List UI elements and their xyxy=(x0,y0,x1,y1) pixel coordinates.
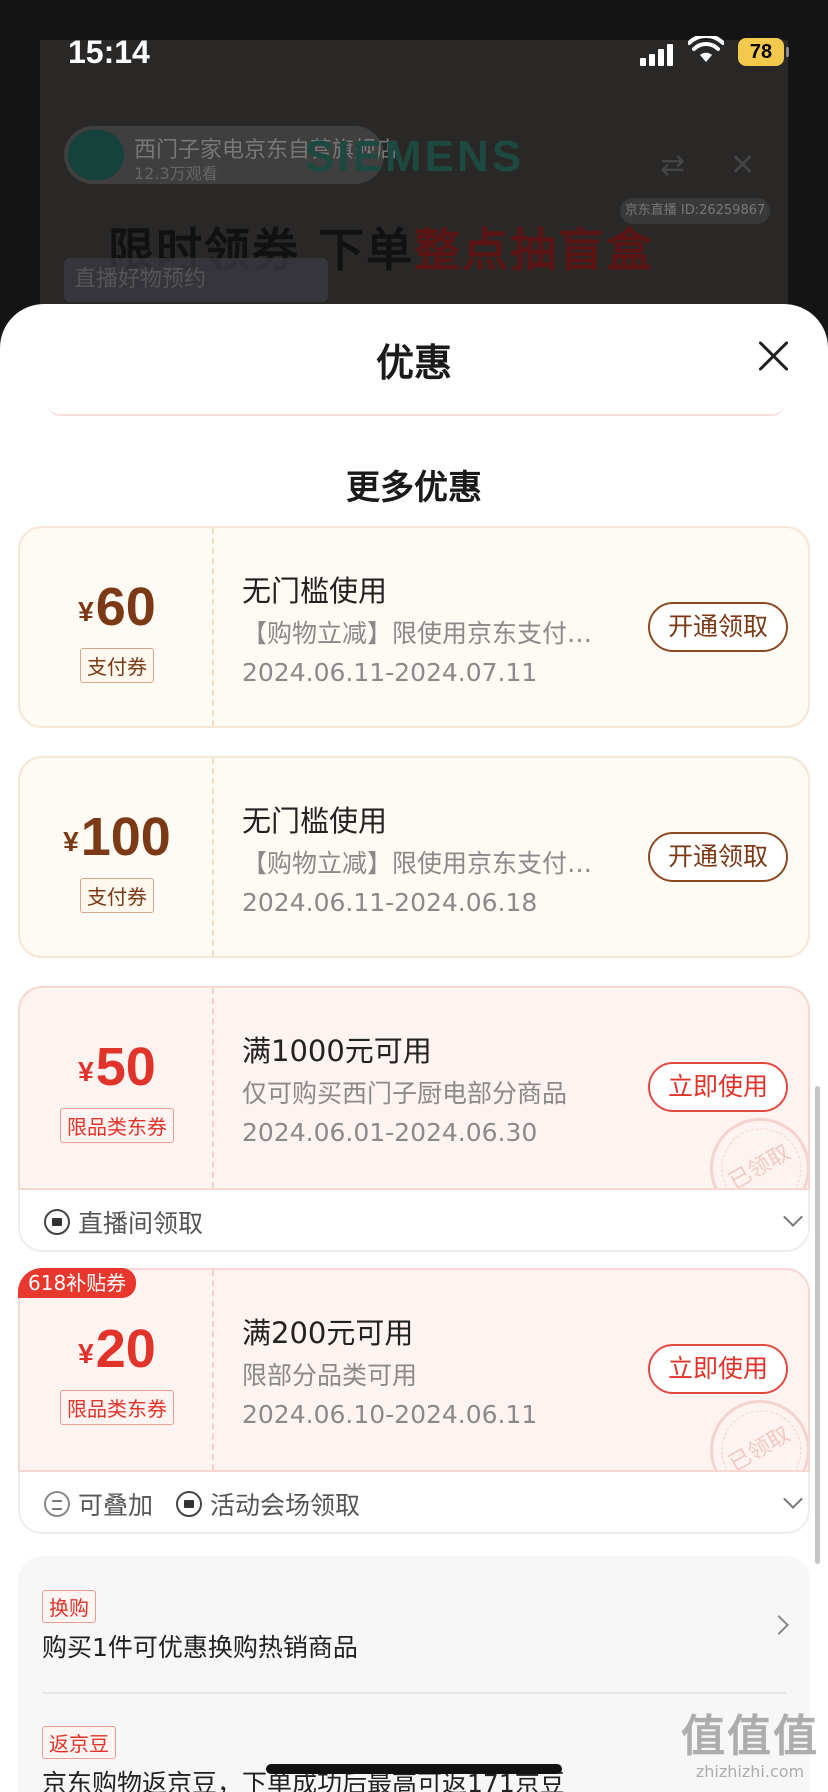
live-ticket-icon xyxy=(176,1491,202,1517)
coupon-card[interactable]: ¥50 限品类东券 满1000元可用 仅可购买西门子厨电部分商品 2024.06… xyxy=(18,986,810,1190)
stack-icon xyxy=(44,1491,70,1517)
footer-source-text: 直播间领取 xyxy=(78,1209,204,1238)
currency-symbol: ¥ xyxy=(78,596,94,627)
use-now-button[interactable]: 立即使用 xyxy=(648,1062,788,1112)
claim-button[interactable]: 开通领取 xyxy=(648,602,788,652)
coupon-title: 无门槛使用 xyxy=(242,574,388,608)
close-live-icon: ✕ xyxy=(730,148,756,183)
coupon-date: 2024.06.10-2024.06.11 xyxy=(242,1400,538,1429)
currency-symbol: ¥ xyxy=(63,826,79,857)
scrollbar[interactable] xyxy=(815,1086,820,1564)
footer-stackable-text: 可叠加 xyxy=(78,1491,154,1520)
coupon-value: 50 xyxy=(95,1037,156,1097)
coupon-value: 100 xyxy=(80,807,171,867)
discount-sheet: 优惠 更多优惠 ¥60 支付券 无门槛使用 【购物立减】限使用京东支付… 202… xyxy=(0,304,828,1792)
coupon-card[interactable]: ¥20 限品类东券 满200元可用 限部分品类可用 2024.06.10-202… xyxy=(18,1268,810,1472)
footer-source: 直播间领取 xyxy=(44,1204,203,1240)
battery-icon: 78 xyxy=(738,38,784,66)
headline-red: 整点抽盲盒 xyxy=(414,223,655,277)
coupon-date: 2024.06.11-2024.06.18 xyxy=(242,888,538,917)
coupon-amount: ¥60 xyxy=(20,576,214,638)
wifi-icon xyxy=(688,36,724,62)
use-now-button[interactable]: 立即使用 xyxy=(648,1344,788,1394)
chevron-down-icon[interactable] xyxy=(783,1207,803,1227)
coupon-footer[interactable]: 可叠加 活动会场领取 xyxy=(18,1472,810,1534)
coupon-amount: ¥20 xyxy=(20,1318,214,1380)
currency-symbol: ¥ xyxy=(78,1056,94,1087)
watermark-logo: 值值值 zhizhizhi.com xyxy=(678,1700,822,1781)
shop-avatar xyxy=(68,130,124,180)
section-title: 更多优惠 xyxy=(346,468,482,508)
live-ticket-icon xyxy=(44,1209,70,1235)
coupon-type-tag: 支付券 xyxy=(80,878,154,913)
promo-divider xyxy=(42,1692,786,1694)
footer-source: 活动会场领取 xyxy=(176,1486,360,1522)
coupon-card[interactable]: ¥60 支付券 无门槛使用 【购物立减】限使用京东支付… 2024.06.11-… xyxy=(18,526,810,728)
coupon-date: 2024.06.11-2024.07.11 xyxy=(242,658,538,687)
close-button[interactable] xyxy=(752,334,796,378)
coupon-title: 满200元可用 xyxy=(242,1316,414,1350)
coupon-card[interactable]: ¥100 支付券 无门槛使用 【购物立减】限使用京东支付… 2024.06.11… xyxy=(18,756,810,958)
coupon-date: 2024.06.01-2024.06.30 xyxy=(242,1118,538,1147)
claim-button[interactable]: 开通领取 xyxy=(648,832,788,882)
footer-source-text: 活动会场领取 xyxy=(210,1491,361,1520)
footer-stackable: 可叠加 xyxy=(44,1486,153,1522)
coupon-title: 满1000元可用 xyxy=(242,1034,432,1068)
subsidy-badge: 618补贴券 xyxy=(18,1268,137,1298)
claimed-stamp: 已领取 xyxy=(691,1381,808,1470)
coupon-desc: 【购物立减】限使用京东支付… xyxy=(242,849,593,878)
coupon-type-tag: 支付券 xyxy=(80,648,154,683)
sheet-title: 优惠 xyxy=(375,341,452,385)
chevron-down-icon[interactable] xyxy=(783,1489,803,1509)
shop-viewers: 12.3万观看 xyxy=(134,164,218,183)
signal-icon xyxy=(640,42,678,66)
coupon-type-tag: 限品类东券 xyxy=(60,1108,174,1143)
coupon-type-tag: 限品类东券 xyxy=(60,1390,174,1425)
coupon-title: 无门槛使用 xyxy=(242,804,388,838)
goods-preorder-label: 直播好物预约 xyxy=(64,258,328,302)
promo-tag-exchange: 换购 xyxy=(42,1590,96,1623)
chevron-right-icon[interactable] xyxy=(769,1615,789,1635)
home-indicator[interactable] xyxy=(266,1764,562,1774)
watermark-text: 值值值 xyxy=(681,1711,819,1762)
promo-tag-jingdou: 返京豆 xyxy=(42,1726,116,1759)
brand-logo: SIEMENS xyxy=(305,132,525,181)
coupon-value: 20 xyxy=(95,1319,156,1379)
previous-card-edge xyxy=(48,404,784,416)
promo-text-exchange[interactable]: 购买1件可优惠换购热销商品 xyxy=(42,1628,358,1664)
coupon-desc: 仅可购买西门子厨电部分商品 xyxy=(242,1079,568,1108)
status-time: 15:14 xyxy=(68,34,150,70)
battery-tip xyxy=(786,47,789,57)
claimed-stamp: 已领取 xyxy=(691,1099,808,1188)
coupon-amount: ¥100 xyxy=(20,806,214,868)
watermark-url: zhizhizhi.com xyxy=(695,1762,805,1781)
coupon-desc: 【购物立减】限使用京东支付… xyxy=(242,619,593,648)
coupon-amount: ¥50 xyxy=(20,1036,214,1098)
coupon-desc: 限部分品类可用 xyxy=(242,1361,418,1390)
coupon-value: 60 xyxy=(95,577,156,637)
share-icon: ⇄ xyxy=(660,148,686,183)
status-bar: 15:14 78 xyxy=(0,0,828,90)
currency-symbol: ¥ xyxy=(78,1338,94,1369)
coupon-footer[interactable]: 直播间领取 xyxy=(18,1190,810,1252)
